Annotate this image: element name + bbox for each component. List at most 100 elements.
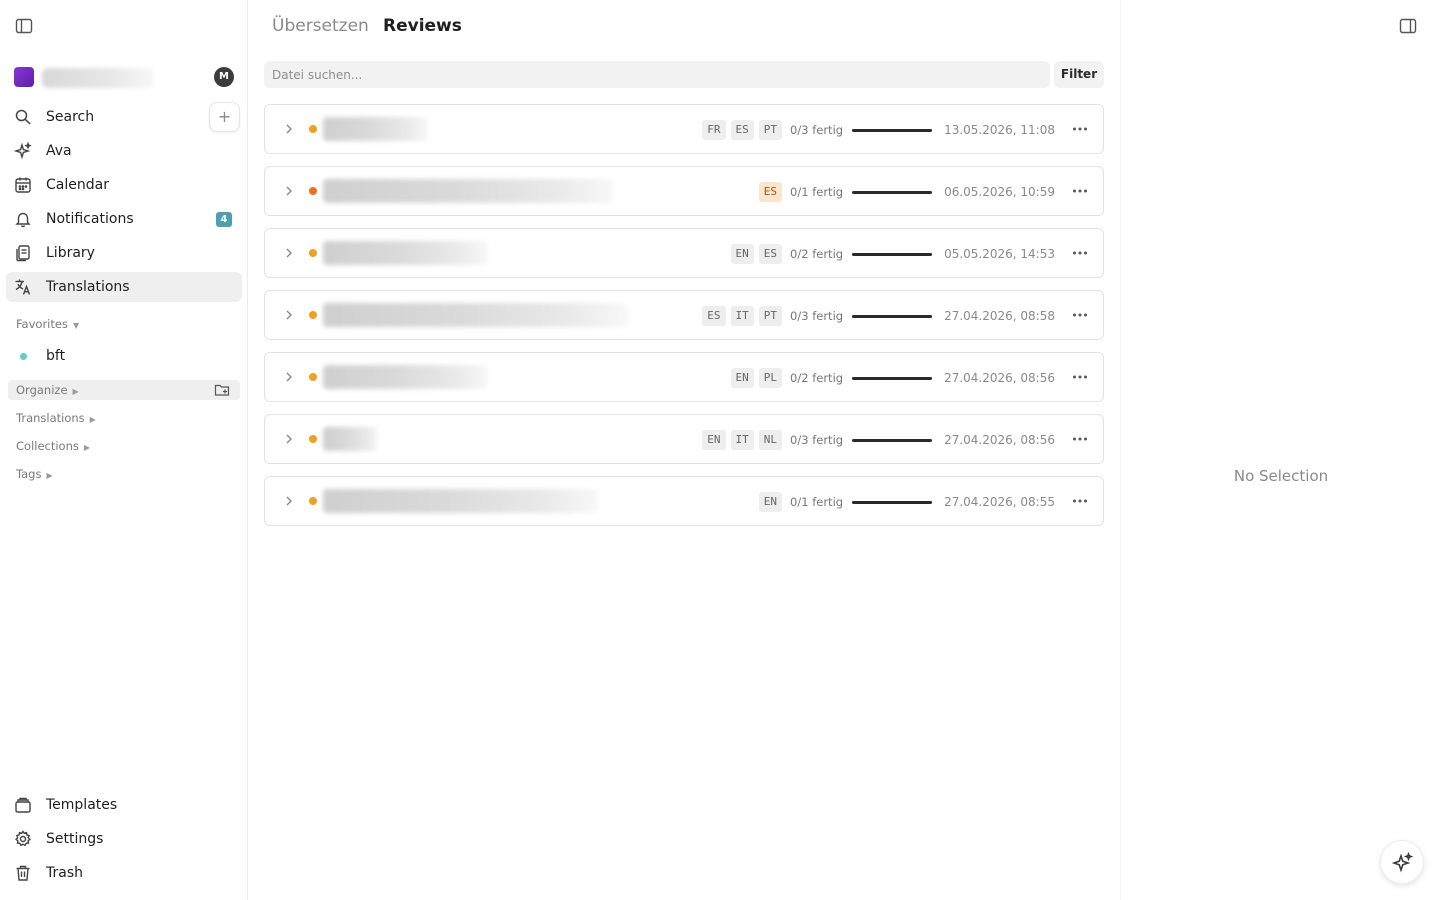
row-meta: ES IT PT 0/3 fertig 27.04.2026, 08:58 <box>702 305 1055 327</box>
row-meta: ES 0/1 fertig 06.05.2026, 10:59 <box>758 181 1055 203</box>
progress-bar <box>852 500 933 504</box>
progress-text: 0/3 fertig <box>790 123 844 137</box>
table-row[interactable]: EN IT NL 0/3 fertig 27.04.2026, 08:56 <box>264 414 1104 464</box>
tags-section-header[interactable]: Tags ▶ <box>16 467 53 483</box>
favorite-item[interactable]: bft <box>6 344 242 370</box>
table-row[interactable]: EN PL 0/2 fertig 27.04.2026, 08:56 <box>264 352 1104 402</box>
progress-bar-fill <box>852 500 933 504</box>
progress-bar-fill <box>852 438 933 442</box>
chevron-right-icon[interactable] <box>282 122 296 136</box>
more-options-icon[interactable] <box>1071 245 1089 261</box>
progress-text: 0/3 fertig <box>790 309 844 323</box>
tab-reviews[interactable]: Reviews <box>383 15 462 37</box>
search-input[interactable] <box>264 61 1050 88</box>
detail-panel: No Selection <box>1120 0 1440 900</box>
progress-text: 0/1 fertig <box>790 495 844 509</box>
sidebar-item-label: Notifications <box>46 211 134 227</box>
sidebar-item-translations[interactable]: Translations <box>6 272 242 302</box>
status-dot <box>309 125 317 133</box>
notifications-count-badge: 4 <box>216 212 232 227</box>
sidebar-item-trash[interactable]: Trash <box>6 858 242 888</box>
collections-section-header[interactable]: Collections ▶ <box>16 439 90 455</box>
organize-section-header[interactable]: Organize ▶ <box>8 380 240 400</box>
chevron-right-icon[interactable] <box>282 494 296 508</box>
table-row[interactable]: EN 0/1 fertig 27.04.2026, 08:55 <box>264 476 1104 526</box>
calendar-icon <box>15 177 31 193</box>
chevron-right-icon[interactable] <box>282 246 296 260</box>
language-chip: NL <box>758 430 783 450</box>
sidebar-toggle-icon[interactable] <box>14 16 34 36</box>
chevron-right-icon[interactable] <box>282 184 296 198</box>
sidebar-item-notifications[interactable]: Notifications 4 <box>6 204 242 234</box>
filter-button[interactable]: Filter <box>1054 61 1104 88</box>
status-dot <box>309 435 317 443</box>
sidebar-item-label: Translations <box>46 279 130 295</box>
language-chip: FR <box>702 120 726 140</box>
new-item-button[interactable]: + <box>209 102 240 132</box>
plus-icon: + <box>217 107 232 126</box>
row-meta: EN IT NL 0/3 fertig 27.04.2026, 08:56 <box>702 429 1055 451</box>
caret-right-icon: ▶ <box>46 471 53 480</box>
section-title: Collections <box>16 439 79 453</box>
workspace-name-redacted <box>42 68 154 88</box>
file-name-redacted <box>323 365 488 389</box>
file-name-redacted <box>323 303 628 327</box>
language-chip: EN <box>730 244 754 264</box>
sidebar-item-label: Library <box>46 245 95 261</box>
chevron-right-icon[interactable] <box>282 308 296 322</box>
main-content: Übersetzen Reviews Filter FR ES PT 0/3 fert… <box>248 0 1120 900</box>
status-dot <box>309 497 317 505</box>
favorites-section-header[interactable]: Favorites ▼ <box>16 317 79 333</box>
sidebar-item-search[interactable]: Search <box>6 102 242 132</box>
chevron-right-icon[interactable] <box>282 370 296 384</box>
language-chip: PT <box>758 120 783 140</box>
workspace-switcher[interactable]: M <box>14 66 236 88</box>
sidebar-item-label: Calendar <box>46 177 109 193</box>
more-options-icon[interactable] <box>1071 369 1089 385</box>
sidebar-item-calendar[interactable]: Calendar <box>6 170 242 200</box>
caret-right-icon: ▶ <box>83 443 91 452</box>
translations-section-header[interactable]: Translations ▶ <box>16 411 96 427</box>
sidebar-item-library[interactable]: Library <box>6 238 242 268</box>
sidebar-item-label: Templates <box>46 797 118 813</box>
empty-state-text: No Selection <box>1233 467 1329 485</box>
row-date: 27.04.2026, 08:55 <box>944 495 1055 509</box>
row-date: 27.04.2026, 08:58 <box>944 309 1055 323</box>
more-options-icon[interactable] <box>1071 121 1089 137</box>
progress-text: 0/3 fertig <box>790 433 844 447</box>
table-row[interactable]: ES IT PT 0/3 fertig 27.04.2026, 08:58 <box>264 290 1104 340</box>
row-date: 13.05.2026, 11:08 <box>944 123 1055 137</box>
more-options-icon[interactable] <box>1071 431 1089 447</box>
language-chip: IT <box>730 306 754 326</box>
row-date: 05.05.2026, 14:53 <box>944 247 1055 261</box>
table-row[interactable]: EN ES 0/2 fertig 05.05.2026, 14:53 <box>264 228 1104 278</box>
tab-ubersetzen[interactable]: Übersetzen <box>272 15 369 37</box>
table-row[interactable]: FR ES PT 0/3 fertig 13.05.2026, 11:08 <box>264 104 1104 154</box>
row-meta: EN 0/1 fertig 27.04.2026, 08:55 <box>758 491 1055 513</box>
file-name-redacted <box>323 489 598 513</box>
progress-bar <box>852 128 933 132</box>
ai-assistant-button[interactable] <box>1380 840 1424 884</box>
more-options-icon[interactable] <box>1071 183 1089 199</box>
sidebar-item-settings[interactable]: Settings <box>6 824 242 854</box>
language-chip: ES <box>758 244 783 264</box>
language-chip: ES <box>702 306 726 326</box>
chevron-right-icon[interactable] <box>282 432 296 446</box>
sidebar-item-ava[interactable]: Ava <box>6 136 242 166</box>
progress-bar <box>852 252 933 256</box>
status-dot <box>309 311 317 319</box>
progress-bar <box>852 314 933 318</box>
progress-text: 0/2 fertig <box>790 247 844 261</box>
search-icon <box>15 109 31 125</box>
gear-icon <box>15 830 31 847</box>
more-options-icon[interactable] <box>1071 493 1089 509</box>
progress-bar <box>852 376 933 380</box>
add-folder-icon[interactable] <box>214 382 230 398</box>
sidebar-item-templates[interactable]: Templates <box>6 790 242 820</box>
panel-toggle-icon[interactable] <box>1398 16 1418 36</box>
table-row[interactable]: ES 0/1 fertig 06.05.2026, 10:59 <box>264 166 1104 216</box>
language-chip: PT <box>758 306 783 326</box>
language-chip: IT <box>730 430 754 450</box>
avatar[interactable]: M <box>214 67 234 87</box>
more-options-icon[interactable] <box>1071 307 1089 323</box>
